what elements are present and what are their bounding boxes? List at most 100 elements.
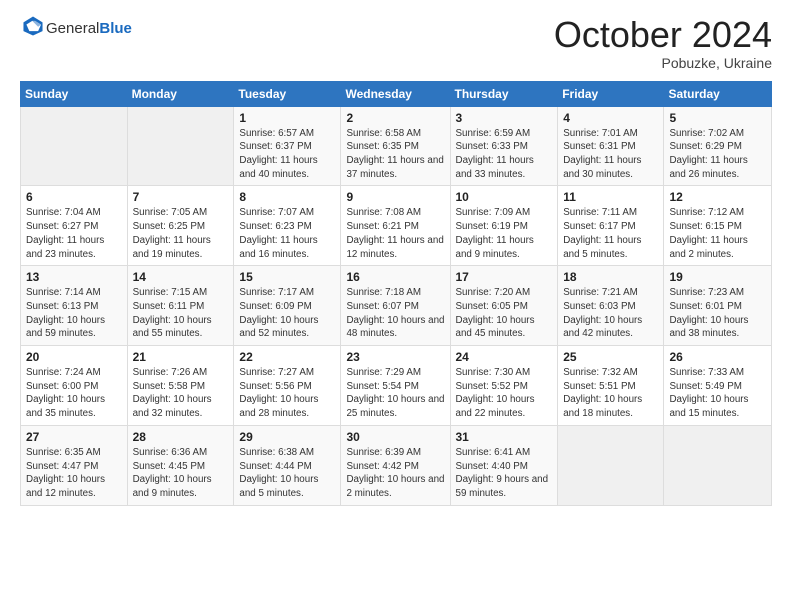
day-number: 27: [26, 430, 122, 444]
calendar-cell: 17 Sunrise: 7:20 AMSunset: 6:05 PMDayligh…: [450, 266, 558, 346]
day-info: Sunrise: 7:26 AMSunset: 5:58 PMDaylight:…: [133, 366, 229, 421]
day-number: 23: [346, 350, 444, 364]
calendar-cell: 24Sunrise: 7:30 AMSunset: 5:52 PMDayligh…: [450, 346, 558, 426]
calendar-cell: 4Sunrise: 7:01 AMSunset: 6:31 PMDaylight…: [558, 106, 664, 186]
day-info: Sunrise: 7:07 AMSunset: 6:23 PMDaylight:…: [239, 206, 335, 261]
day-number: 11: [563, 190, 658, 204]
calendar-cell: [664, 425, 772, 505]
day-info: Sunrise: 6:58 AMSunset: 6:35 PMDaylight:…: [346, 127, 444, 182]
day-info: Sunrise: 7:21 AMSunset: 6:03 PMDaylight:…: [563, 286, 658, 341]
day-info: Sunrise: 7:18 AMSunset: 6:07 PMDaylight:…: [346, 286, 444, 341]
day-info: Sunrise: 7:12 AMSunset: 6:15 PMDaylight:…: [669, 206, 766, 261]
logo-icon: [22, 15, 44, 37]
calendar-cell: 19 Sunrise: 7:23 AMSunset: 6:01 PMDayligh…: [664, 266, 772, 346]
calendar-header-row: SundayMondayTuesdayWednesdayThursdayFrid…: [21, 81, 772, 106]
day-info: Sunrise: 7:27 AMSunset: 5:56 PMDaylight:…: [239, 366, 335, 421]
calendar-cell: 28Sunrise: 6:36 AMSunset: 4:45 PMDayligh…: [127, 425, 234, 505]
day-number: 20: [26, 350, 122, 364]
day-info: Sunrise: 7:15 AMSunset: 6:11 PMDaylight:…: [133, 286, 229, 341]
page: GeneralBlue October 2024 Pobuzke, Ukrain…: [0, 0, 792, 612]
day-info: Sunrise: 7:04 AMSunset: 6:27 PMDaylight:…: [26, 206, 122, 261]
calendar-cell: 12 Sunrise: 7:12 AMSunset: 6:15 PMDayligh…: [664, 186, 772, 266]
day-number: 28: [133, 430, 229, 444]
calendar-cell: 25 Sunrise: 7:32 AMSunset: 5:51 PMDayligh…: [558, 346, 664, 426]
calendar-cell: 1 Sunrise: 6:57 AMSunset: 6:37 PMDaylight…: [234, 106, 341, 186]
calendar-cell: 31Sunrise: 6:41 AMSunset: 4:40 PMDayligh…: [450, 425, 558, 505]
calendar-cell: 2 Sunrise: 6:58 AMSunset: 6:35 PMDaylight…: [341, 106, 450, 186]
day-number: 16: [346, 270, 444, 284]
calendar-week-4: 20 Sunrise: 7:24 AMSunset: 6:00 PMDayligh…: [21, 346, 772, 426]
day-number: 12: [669, 190, 766, 204]
calendar-cell: 22 Sunrise: 7:27 AMSunset: 5:56 PMDayligh…: [234, 346, 341, 426]
day-info: Sunrise: 6:35 AMSunset: 4:47 PMDaylight:…: [26, 446, 122, 501]
weekday-header-friday: Friday: [558, 81, 664, 106]
calendar-cell: 8 Sunrise: 7:07 AMSunset: 6:23 PMDaylight…: [234, 186, 341, 266]
day-number: 15: [239, 270, 335, 284]
calendar-cell: 6Sunrise: 7:04 AMSunset: 6:27 PMDaylight…: [21, 186, 128, 266]
day-number: 17: [456, 270, 553, 284]
day-info: Sunrise: 6:38 AMSunset: 4:44 PMDaylight:…: [239, 446, 335, 501]
day-number: 7: [133, 190, 229, 204]
calendar-week-1: 1 Sunrise: 6:57 AMSunset: 6:37 PMDaylight…: [21, 106, 772, 186]
day-number: 21: [133, 350, 229, 364]
calendar-cell: 5Sunrise: 7:02 AMSunset: 6:29 PMDaylight…: [664, 106, 772, 186]
calendar-week-5: 27 Sunrise: 6:35 AMSunset: 4:47 PMDayligh…: [21, 425, 772, 505]
calendar-week-2: 6Sunrise: 7:04 AMSunset: 6:27 PMDaylight…: [21, 186, 772, 266]
calendar-table: SundayMondayTuesdayWednesdayThursdayFrid…: [20, 81, 772, 506]
header: GeneralBlue October 2024 Pobuzke, Ukrain…: [20, 15, 772, 71]
calendar-week-3: 13 Sunrise: 7:14 AMSunset: 6:13 PMDayligh…: [21, 266, 772, 346]
day-info: Sunrise: 7:05 AMSunset: 6:25 PMDaylight:…: [133, 206, 229, 261]
day-info: Sunrise: 7:24 AMSunset: 6:00 PMDaylight:…: [26, 366, 122, 421]
calendar-cell: 14Sunrise: 7:15 AMSunset: 6:11 PMDayligh…: [127, 266, 234, 346]
calendar-cell: 23 Sunrise: 7:29 AMSunset: 5:54 PMDayligh…: [341, 346, 450, 426]
logo-text: GeneralBlue: [46, 20, 132, 38]
logo: GeneralBlue: [20, 15, 132, 42]
weekday-header-thursday: Thursday: [450, 81, 558, 106]
calendar-cell: 21 Sunrise: 7:26 AMSunset: 5:58 PMDayligh…: [127, 346, 234, 426]
month-title: October 2024: [554, 15, 772, 55]
calendar-cell: 16 Sunrise: 7:18 AMSunset: 6:07 PMDayligh…: [341, 266, 450, 346]
day-number: 22: [239, 350, 335, 364]
day-number: 8: [239, 190, 335, 204]
calendar-cell: 11 Sunrise: 7:11 AMSunset: 6:17 PMDayligh…: [558, 186, 664, 266]
day-info: Sunrise: 6:39 AMSunset: 4:42 PMDaylight:…: [346, 446, 444, 501]
calendar-cell: 26Sunrise: 7:33 AMSunset: 5:49 PMDayligh…: [664, 346, 772, 426]
day-number: 31: [456, 430, 553, 444]
day-info: Sunrise: 7:09 AMSunset: 6:19 PMDaylight:…: [456, 206, 553, 261]
calendar-cell: 18 Sunrise: 7:21 AMSunset: 6:03 PMDayligh…: [558, 266, 664, 346]
day-number: 13: [26, 270, 122, 284]
day-number: 2: [346, 111, 444, 125]
day-number: 25: [563, 350, 658, 364]
day-info: Sunrise: 7:11 AMSunset: 6:17 PMDaylight:…: [563, 206, 658, 261]
day-number: 1: [239, 111, 335, 125]
day-number: 26: [669, 350, 766, 364]
calendar-cell: 30 Sunrise: 6:39 AMSunset: 4:42 PMDayligh…: [341, 425, 450, 505]
title-block: October 2024 Pobuzke, Ukraine: [554, 15, 772, 71]
day-info: Sunrise: 7:23 AMSunset: 6:01 PMDaylight:…: [669, 286, 766, 341]
day-number: 30: [346, 430, 444, 444]
day-number: 19: [669, 270, 766, 284]
calendar-cell: [21, 106, 128, 186]
weekday-header-saturday: Saturday: [664, 81, 772, 106]
day-number: 29: [239, 430, 335, 444]
calendar-cell: 29 Sunrise: 6:38 AMSunset: 4:44 PMDayligh…: [234, 425, 341, 505]
day-number: 3: [456, 111, 553, 125]
day-number: 18: [563, 270, 658, 284]
day-number: 4: [563, 111, 658, 125]
calendar-cell: 3 Sunrise: 6:59 AMSunset: 6:33 PMDaylight…: [450, 106, 558, 186]
day-info: Sunrise: 6:57 AMSunset: 6:37 PMDaylight:…: [239, 127, 335, 182]
calendar-cell: 7 Sunrise: 7:05 AMSunset: 6:25 PMDaylight…: [127, 186, 234, 266]
weekday-header-monday: Monday: [127, 81, 234, 106]
weekday-header-tuesday: Tuesday: [234, 81, 341, 106]
calendar-cell: 9Sunrise: 7:08 AMSunset: 6:21 PMDaylight…: [341, 186, 450, 266]
calendar-cell: 27 Sunrise: 6:35 AMSunset: 4:47 PMDayligh…: [21, 425, 128, 505]
day-info: Sunrise: 7:20 AMSunset: 6:05 PMDaylight:…: [456, 286, 553, 341]
calendar-cell: 10Sunrise: 7:09 AMSunset: 6:19 PMDayligh…: [450, 186, 558, 266]
day-info: Sunrise: 7:14 AMSunset: 6:13 PMDaylight:…: [26, 286, 122, 341]
logo-blue: Blue: [99, 20, 132, 37]
day-info: Sunrise: 7:32 AMSunset: 5:51 PMDaylight:…: [563, 366, 658, 421]
day-info: Sunrise: 6:59 AMSunset: 6:33 PMDaylight:…: [456, 127, 553, 182]
calendar-cell: [558, 425, 664, 505]
calendar-cell: 15Sunrise: 7:17 AMSunset: 6:09 PMDayligh…: [234, 266, 341, 346]
day-info: Sunrise: 7:29 AMSunset: 5:54 PMDaylight:…: [346, 366, 444, 421]
